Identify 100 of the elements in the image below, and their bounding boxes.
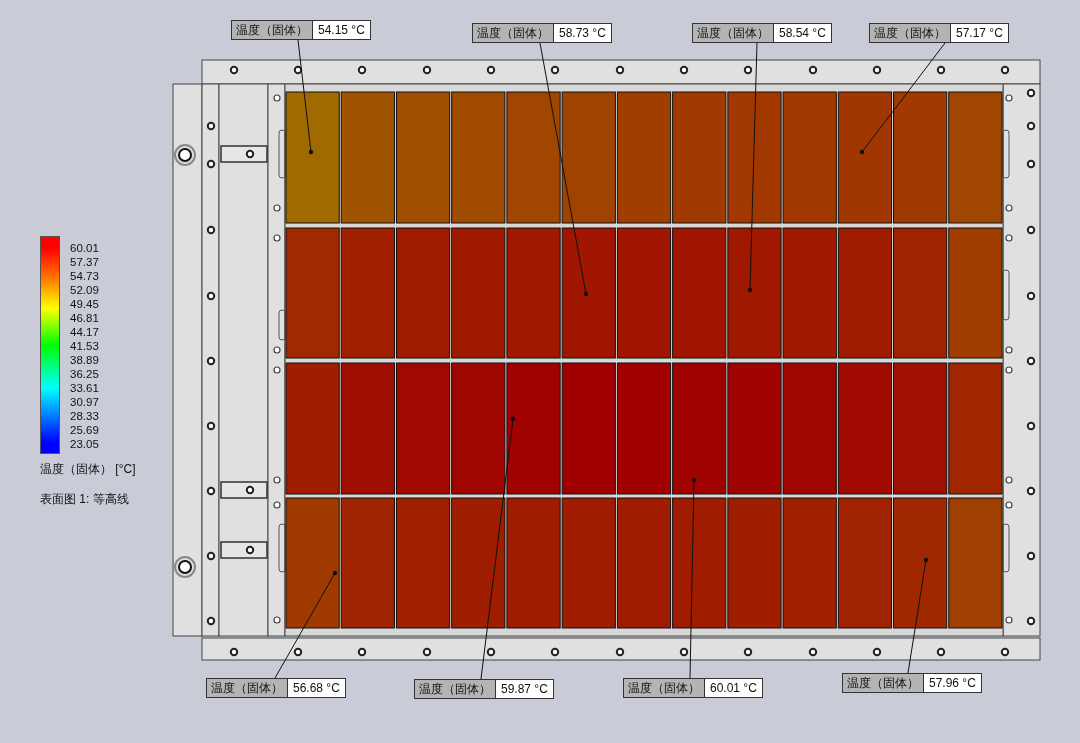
slot-outline <box>278 309 286 341</box>
probe-point <box>583 291 589 297</box>
bolt-icon <box>206 616 216 626</box>
bolt-icon <box>486 647 496 657</box>
hole-icon <box>273 346 281 354</box>
scale-tick-label: 33.61 <box>70 381 99 395</box>
bolt-icon <box>1026 88 1036 98</box>
bolt-icon <box>679 65 689 75</box>
scale-tick-label: 46.81 <box>70 311 99 325</box>
bolt-icon <box>422 65 432 75</box>
probe-point <box>308 149 314 155</box>
bolt-icon <box>1026 225 1036 235</box>
scale-tick-label: 41.53 <box>70 339 99 353</box>
bolt-icon <box>357 65 367 75</box>
bolt-icon <box>1026 486 1036 496</box>
bolt-icon <box>1026 421 1036 431</box>
bolt-icon <box>872 647 882 657</box>
scale-tick-label: 60.01 <box>70 241 99 255</box>
slot-outline <box>1002 129 1010 179</box>
bolt-icon <box>293 647 303 657</box>
bolt-icon <box>245 545 255 555</box>
scale-tick-label: 30.97 <box>70 395 99 409</box>
plot-name: 表面图 1: 等高线 <box>40 491 130 508</box>
slot-outline <box>278 129 286 179</box>
probe-point <box>859 149 865 155</box>
probe-label: 温度（固体） <box>232 21 313 39</box>
mounting-bracket <box>220 145 268 163</box>
bolt-icon <box>1000 647 1010 657</box>
bolt-icon <box>615 65 625 75</box>
bolt-icon <box>936 647 946 657</box>
slot-outline <box>1002 523 1010 573</box>
scale-tick-label: 49.45 <box>70 297 99 311</box>
bolt-icon <box>206 225 216 235</box>
hole-icon <box>273 366 281 374</box>
legend-title: 温度（固体） [°C] <box>40 461 136 478</box>
scale-tick-label: 54.73 <box>70 269 99 283</box>
bolt-icon <box>206 421 216 431</box>
hole-icon <box>273 94 281 102</box>
bolt-icon <box>1026 551 1036 561</box>
mounting-bracket <box>220 541 268 559</box>
hole-icon <box>273 234 281 242</box>
bolt-icon <box>550 647 560 657</box>
probe-value: 58.73 °C <box>554 24 611 42</box>
probe-point <box>510 416 516 422</box>
bolt-icon <box>1026 291 1036 301</box>
scale-tick-label: 36.25 <box>70 367 99 381</box>
mounting-bracket <box>220 481 268 499</box>
probe-value: 57.17 °C <box>951 24 1008 42</box>
bolt-icon <box>1026 121 1036 131</box>
bolt-icon <box>357 647 367 657</box>
bolt-icon <box>550 65 560 75</box>
probe-value: 59.87 °C <box>496 680 553 698</box>
bolt-icon <box>245 485 255 495</box>
bolt-icon <box>1000 65 1010 75</box>
bolt-icon <box>615 647 625 657</box>
hole-icon <box>273 204 281 212</box>
probe-value: 58.54 °C <box>774 24 831 42</box>
bolt-icon <box>206 486 216 496</box>
probe-label: 温度（固体） <box>207 679 288 697</box>
probe-value: 57.96 °C <box>924 674 981 692</box>
probe-label: 温度（固体） <box>473 24 554 42</box>
scale-tick-label: 25.69 <box>70 423 99 437</box>
bolt-icon <box>872 65 882 75</box>
scale-tick-label: 57.37 <box>70 255 99 269</box>
bolt-icon <box>679 647 689 657</box>
probe-label: 温度（固体） <box>624 679 705 697</box>
probe-point <box>691 477 697 483</box>
bolt-icon <box>743 65 753 75</box>
bolt-icon <box>206 121 216 131</box>
probe-value: 54.15 °C <box>313 21 370 39</box>
probe-label: 温度（固体） <box>693 24 774 42</box>
scale-tick-label: 52.09 <box>70 283 99 297</box>
bolt-icon <box>1026 356 1036 366</box>
bolt-icon <box>206 356 216 366</box>
bolt-icon <box>743 647 753 657</box>
bolt-icon <box>808 647 818 657</box>
scale-tick-label: 44.17 <box>70 325 99 339</box>
probe-label: 温度（固体） <box>870 24 951 42</box>
bolt-icon <box>486 65 496 75</box>
hole-icon <box>273 616 281 624</box>
scale-tick-label: 28.33 <box>70 409 99 423</box>
bolt-icon <box>808 65 818 75</box>
scale-tick-label: 23.05 <box>70 437 99 451</box>
bolt-icon <box>245 149 255 159</box>
probe-value: 60.01 °C <box>705 679 762 697</box>
bolt-icon <box>422 647 432 657</box>
bolt-icon <box>293 65 303 75</box>
bolt-icon <box>206 291 216 301</box>
bolt-icon <box>1026 616 1036 626</box>
probe-label: 温度（固体） <box>843 674 924 692</box>
hole-icon <box>273 476 281 484</box>
bolt-icon <box>229 647 239 657</box>
bolt-icon <box>206 551 216 561</box>
bolt-icon <box>1026 159 1036 169</box>
probe-point <box>332 570 338 576</box>
probe-value: 56.68 °C <box>288 679 345 697</box>
probe-point <box>747 287 753 293</box>
slot-outline <box>278 523 286 573</box>
scale-tick-label: 38.89 <box>70 353 99 367</box>
bolt-icon <box>936 65 946 75</box>
